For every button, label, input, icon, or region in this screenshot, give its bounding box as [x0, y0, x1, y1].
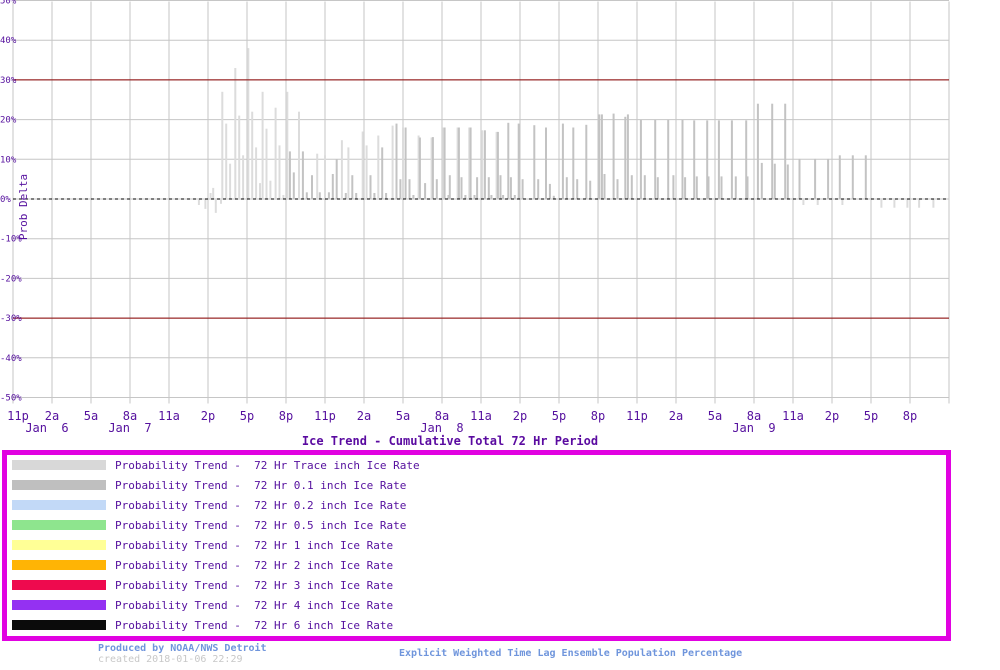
- legend-row: Probability Trend - 72 Hr 0.5 inch Ice R…: [12, 515, 406, 535]
- footer-created-timestamp: created 2018-01-06 22:29: [98, 654, 243, 665]
- svg-text:2a: 2a: [669, 409, 683, 423]
- svg-text:11a: 11a: [158, 409, 180, 423]
- svg-text:40%: 40%: [0, 36, 17, 46]
- svg-text:11p: 11p: [626, 409, 648, 423]
- legend-swatch: [12, 500, 106, 510]
- svg-text:5a: 5a: [84, 409, 98, 423]
- legend-label: Probability Trend - 72 Hr 6 inch Ice Rat…: [115, 618, 394, 632]
- legend-swatch: [12, 480, 106, 490]
- legend-row: Probability Trend - 72 Hr 0.1 inch Ice R…: [12, 475, 406, 495]
- svg-text:Prob Delta: Prob Delta: [17, 174, 30, 240]
- svg-text:11a: 11a: [470, 409, 492, 423]
- svg-text:30%: 30%: [0, 76, 17, 86]
- legend-label: Probability Trend - 72 Hr 4 inch Ice Rat…: [115, 598, 394, 612]
- legend-swatch: [12, 460, 106, 470]
- legend-swatch: [12, 540, 106, 550]
- svg-text:Jan 7: Jan 7: [108, 421, 151, 434]
- probability-bars: [197, 48, 935, 213]
- legend-row: Probability Trend - 72 Hr 4 inch Ice Rat…: [12, 595, 393, 615]
- footer-produced-by: Produced by NOAA/NWS Detroit: [98, 643, 267, 654]
- svg-text:2p: 2p: [201, 409, 215, 423]
- ice-trend-chart: 50%40%30%20%10%0%-10%-20%-30%-40%-50%11p…: [0, 0, 950, 434]
- legend-box: Chicago-OHare .... Trend: Current - 3 6 …: [2, 450, 951, 641]
- svg-text:2p: 2p: [513, 409, 527, 423]
- svg-text:5p: 5p: [864, 409, 878, 423]
- legend-label: Probability Trend - 72 Hr 0.1 inch Ice R…: [115, 478, 407, 492]
- legend-label: Probability Trend - 72 Hr 3 inch Ice Rat…: [115, 578, 394, 592]
- svg-text:11p: 11p: [314, 409, 336, 423]
- legend-label: Probability Trend - 72 Hr 2 inch Ice Rat…: [115, 558, 394, 572]
- svg-text:2p: 2p: [825, 409, 839, 423]
- axis-labels: 50%40%30%20%10%0%-10%-20%-30%-40%-50%11p…: [0, 0, 917, 434]
- svg-text:5p: 5p: [552, 409, 566, 423]
- legend-swatch: [12, 580, 106, 590]
- legend-label: Probability Trend - 72 Hr 0.5 inch Ice R…: [115, 518, 407, 532]
- svg-text:0%: 0%: [0, 195, 11, 205]
- legend-row: Probability Trend - 72 Hr 3 inch Ice Rat…: [12, 575, 393, 595]
- ice-trend-page: 50% 40% 30% 20% 10% 0% -10% -20% -30% -40% -50% 11p…: [0, 0, 1000, 670]
- svg-text:11a: 11a: [782, 409, 804, 423]
- legend-swatch: [12, 520, 106, 530]
- svg-text:Jan 6: Jan 6: [25, 421, 68, 434]
- legend-label: Probability Trend - 72 Hr 0.2 inch Ice R…: [115, 498, 407, 512]
- svg-text:5a: 5a: [708, 409, 722, 423]
- svg-text:-30%: -30%: [0, 314, 22, 324]
- svg-text:-50%: -50%: [0, 394, 22, 404]
- svg-text:5a: 5a: [396, 409, 410, 423]
- svg-text:8p: 8p: [591, 409, 605, 423]
- svg-text:Jan 9: Jan 9: [732, 421, 775, 434]
- legend-label: Probability Trend - 72 Hr Trace inch Ice…: [115, 458, 420, 472]
- legend-row: Probability Trend - 72 Hr Trace inch Ice…: [12, 455, 420, 475]
- legend-swatch: [12, 620, 106, 630]
- legend-label: Probability Trend - 72 Hr 1 inch Ice Rat…: [115, 538, 394, 552]
- svg-text:50%: 50%: [0, 0, 17, 7]
- svg-text:-40%: -40%: [0, 354, 22, 364]
- svg-text:8p: 8p: [903, 409, 917, 423]
- svg-text:8p: 8p: [279, 409, 293, 423]
- legend-swatch: [12, 600, 106, 610]
- svg-text:5p: 5p: [240, 409, 254, 423]
- legend-swatch: [12, 560, 106, 570]
- legend-row: Probability Trend - 72 Hr 2 inch Ice Rat…: [12, 555, 393, 575]
- footer-caption: Explicit Weighted Time Lag Ensemble Popu…: [399, 648, 743, 659]
- svg-text:2a: 2a: [357, 409, 371, 423]
- svg-text:10%: 10%: [0, 155, 17, 165]
- legend-row: Probability Trend - 72 Hr 6 inch Ice Rat…: [12, 615, 393, 635]
- chart-title: Ice Trend - Cumulative Total 72 Hr Perio…: [301, 434, 599, 448]
- legend-row: Probability Trend - 72 Hr 0.2 inch Ice R…: [12, 495, 406, 515]
- svg-text:20%: 20%: [0, 116, 17, 126]
- chart-gridlines: [12, 0, 950, 404]
- svg-text:-20%: -20%: [0, 274, 22, 284]
- svg-text:Jan 8: Jan 8: [420, 421, 463, 434]
- legend-row: Probability Trend - 72 Hr 1 inch Ice Rat…: [12, 535, 393, 555]
